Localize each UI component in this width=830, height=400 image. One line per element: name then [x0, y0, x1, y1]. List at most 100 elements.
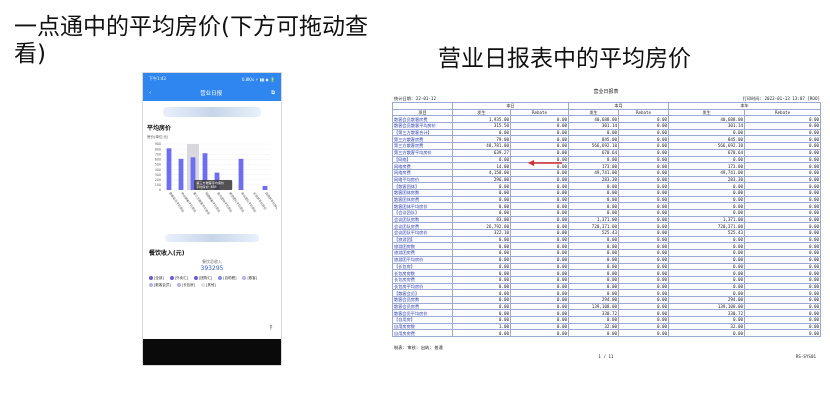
cell-value: 1,371.00 [568, 215, 620, 224]
cell-value: 322.10 [452, 229, 511, 237]
phone-screenshot: 下午1:43 0.8K/s ⚡ ▮▮ ◉ 🔋 ‹ 营业日报 ⧉ 平均房价 房价(… [142, 72, 282, 366]
table-row: 网络房费 4,150.00 0.00 49,741.00 0.00 49,741.00 0.… [392, 168, 822, 177]
cell-value: 0.00 [744, 275, 822, 284]
cell-value: 0.00 [618, 142, 670, 150]
cell-value: 0.00 [509, 282, 570, 291]
avg-price-bar-chart[interactable]: 9008007006005004003002001000散客会员平均房价协议散客… [147, 140, 277, 232]
table-row: 【自用房】 0.00 0.00 0.00 0.00 0.00 0.00 [392, 316, 822, 324]
cell-value: 0.00 [509, 115, 570, 124]
cell-value: 330.72 [668, 309, 746, 317]
cell-value: 0.00 [509, 255, 570, 264]
cell-value: 0.00 [618, 148, 670, 157]
table-row: 散客会员房费 0.00 0.00 139,108.00 0.00 139,108.00 0.… [392, 302, 822, 311]
cell-value: 26,792.00 [452, 222, 511, 231]
cell-value: 296.00 [452, 175, 511, 184]
y-tick-label: 500 [155, 163, 161, 167]
table-row: 长包房房数 0.00 0.00 0.00 0.00 0.00 0.00 [392, 269, 822, 277]
report-table: 本日 本月 本年 项目 发生 Rebate 发生 Rebate 发生 Rebate 散客会员… [392, 102, 822, 338]
cell-value: 0.00 [744, 162, 822, 170]
share-icon[interactable]: ⧉ [271, 90, 275, 97]
row-label: 【旅游团】 [392, 235, 453, 244]
row-label: 第三方散客平均房价 [392, 148, 453, 157]
left-heading: 一点通中的平均房价(下方可拖动查看) [14, 14, 368, 67]
cell-value: 0.00 [744, 329, 822, 338]
cell-value: 0.00 [618, 162, 670, 170]
chart-scrollbar[interactable] [165, 234, 259, 242]
cell-value: 0.00 [509, 229, 570, 237]
cell-value: 173.00 [568, 162, 620, 170]
cell-value: 0.00 [668, 195, 746, 204]
cell-value: 0.00 [568, 316, 620, 324]
legend-item[interactable]: [外卖汇] [169, 276, 188, 281]
column-header: 发生 [452, 108, 511, 117]
cell-value: 0.00 [618, 275, 670, 284]
cell-value: 0.00 [452, 269, 511, 277]
cell-value: 0.00 [509, 135, 570, 144]
cell-value: 0.00 [618, 168, 670, 177]
cell-value: 0.00 [509, 309, 570, 317]
row-label: 散客团体房费 [392, 195, 453, 204]
cell-value: 0.00 [744, 115, 822, 124]
table-row: 【网络】 0.00 0.00 0.00 0.00 0.00 0.00 [392, 155, 822, 164]
legend-item[interactable]: [自助餐] [218, 276, 236, 281]
y-tick-label: 800 [155, 147, 161, 151]
cell-value: 0.00 [744, 182, 822, 190]
bar[interactable] [178, 158, 184, 190]
cell-value: 0.00 [509, 262, 570, 271]
cell-value: 0.00 [668, 182, 746, 190]
cell-value: 0.00 [568, 275, 620, 284]
back-to-top-icon[interactable]: ⤒ [267, 325, 275, 333]
legend-label: [长包房] [181, 283, 195, 287]
row-label: 长包房平均房价 [392, 282, 453, 291]
legend-item[interactable]: [散客] [242, 276, 257, 281]
y-tick-label: 900 [155, 142, 161, 146]
cell-value: 0.00 [509, 188, 570, 197]
cell-value: 0.00 [744, 322, 822, 331]
cell-value: 0.00 [618, 195, 670, 204]
report-page-number: 1 / 11 [598, 354, 614, 359]
legend-item[interactable]: [散客会员] [149, 283, 171, 288]
bar[interactable] [262, 185, 268, 190]
legend-dot-icon [193, 276, 198, 280]
cell-value: 845.00 [668, 135, 746, 144]
cell-value: 0.00 [744, 122, 822, 130]
cell-value: 0.00 [744, 168, 822, 177]
legend-item[interactable]: [其他] [200, 283, 216, 288]
cell-value: 0.00 [668, 255, 746, 264]
cell-value: 0.00 [568, 235, 620, 244]
red-arrow-icon [528, 160, 562, 166]
cell-value: 0.00 [744, 235, 822, 244]
cell-value: 0.00 [509, 302, 570, 311]
cell-value: 49,741.00 [568, 168, 620, 177]
tooltip-text: 平均房价: 639 [196, 184, 216, 189]
row-label: 旅游团房数 [392, 242, 453, 251]
cell-value: 0.00 [744, 142, 822, 150]
bar[interactable] [166, 148, 172, 190]
cell-value: 0.00 [618, 115, 670, 124]
cell-value: 566,692.10 [568, 142, 620, 150]
cell-value: 0.00 [618, 155, 670, 164]
cell-value: 720,371.00 [568, 222, 620, 231]
table-row: 【长包房】 0.00 0.00 0.00 0.00 0.00 0.00 [392, 262, 822, 271]
cell-value: 0.00 [618, 249, 670, 257]
cell-value: 0.00 [744, 209, 822, 217]
cell-value: 525.43 [568, 229, 620, 237]
column-header: Rebate [744, 108, 822, 117]
legend-dot-icon [176, 283, 181, 287]
cell-value: 0.00 [568, 242, 620, 251]
legend-dot-icon [242, 276, 247, 280]
column-header: Rebate [618, 108, 670, 117]
cell-value: 0.00 [668, 155, 746, 164]
row-label: 会议团队房费 [392, 222, 453, 231]
row-label: 散客会员平均房价 [392, 309, 453, 317]
legend-item[interactable]: [长包房] [176, 283, 195, 288]
row-label: 【长包房】 [392, 262, 453, 271]
bar[interactable] [238, 158, 244, 190]
cell-value: 0.00 [568, 195, 620, 204]
cell-value: 0.00 [668, 202, 746, 210]
table-row: 第三方散客平均房价 639.27 0.00 670.64 0.00 670.64 0.00 [392, 148, 822, 157]
legend-item[interactable]: [全部] [149, 276, 164, 281]
cell-value: 0.00 [509, 202, 570, 210]
cell-value: 0.00 [452, 329, 511, 338]
legend-item[interactable]: [团购汇] [193, 276, 212, 281]
